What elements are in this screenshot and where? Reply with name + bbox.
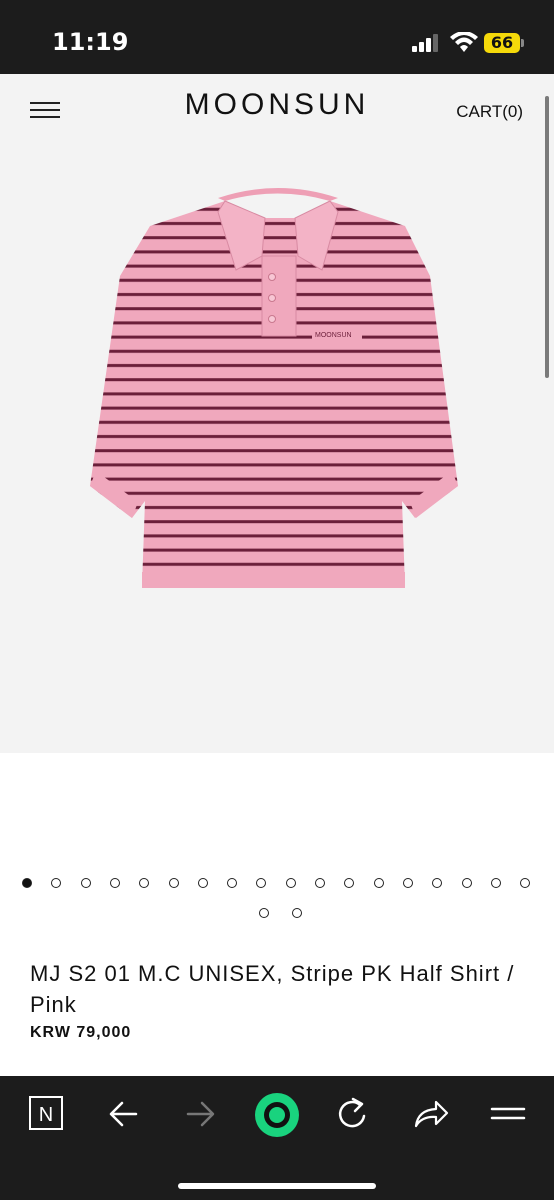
status-bar: 11:19 66 [0,0,554,74]
gallery-dot[interactable] [402,878,413,888]
gallery-dot[interactable] [22,878,32,888]
status-time: 11:19 [52,28,129,56]
gallery-dot[interactable] [80,878,91,888]
gallery-dot[interactable] [139,878,150,888]
menu-icon[interactable] [488,1094,528,1134]
forward-arrow-icon[interactable] [180,1094,220,1134]
shirt-logo-text: MOONSUN [315,332,352,339]
share-icon[interactable] [410,1094,450,1134]
scrollbar[interactable] [545,96,549,378]
product-title: MJ S2 01 M.C UNISEX, Stripe PK Half Shir… [30,961,515,1017]
gallery-dot[interactable] [227,878,238,888]
gallery-dot[interactable] [259,908,269,918]
gallery-dot[interactable] [168,878,179,888]
back-arrow-icon[interactable] [104,1094,144,1134]
battery-tip [521,39,524,47]
home-indicator [178,1183,376,1189]
record-icon[interactable] [254,1092,300,1138]
cart-link[interactable]: CART(0) [456,102,523,122]
gallery-dot[interactable] [256,878,267,888]
gallery-dot[interactable] [315,878,325,888]
cellular-signal-icon [412,34,438,52]
gallery-dot[interactable] [490,878,501,888]
battery-icon: 66 [484,33,520,53]
gallery-dot[interactable] [461,878,472,888]
n-logo-icon[interactable]: N [28,1094,68,1134]
gallery-dot[interactable] [432,878,443,888]
svg-text:N: N [39,1104,53,1126]
wifi-icon [450,32,478,52]
gallery-dot[interactable] [373,878,384,888]
browser-toolbar: N [0,1076,554,1200]
gallery-dot[interactable] [285,878,296,888]
gallery-dot[interactable] [292,908,302,918]
gallery-dot[interactable] [344,878,355,888]
product-price: KRW 79,000 [30,1024,132,1041]
gallery-dot[interactable] [109,878,120,888]
gallery-dot[interactable] [51,878,62,888]
site-header: MOONSUN CART(0) [0,74,554,146]
polo-shirt-image: MOONSUN [90,188,458,588]
gallery-dot[interactable] [197,878,208,888]
product-image[interactable]: MOONSUN [0,146,554,753]
gallery-dot[interactable] [520,878,531,888]
reload-icon[interactable] [333,1094,373,1134]
